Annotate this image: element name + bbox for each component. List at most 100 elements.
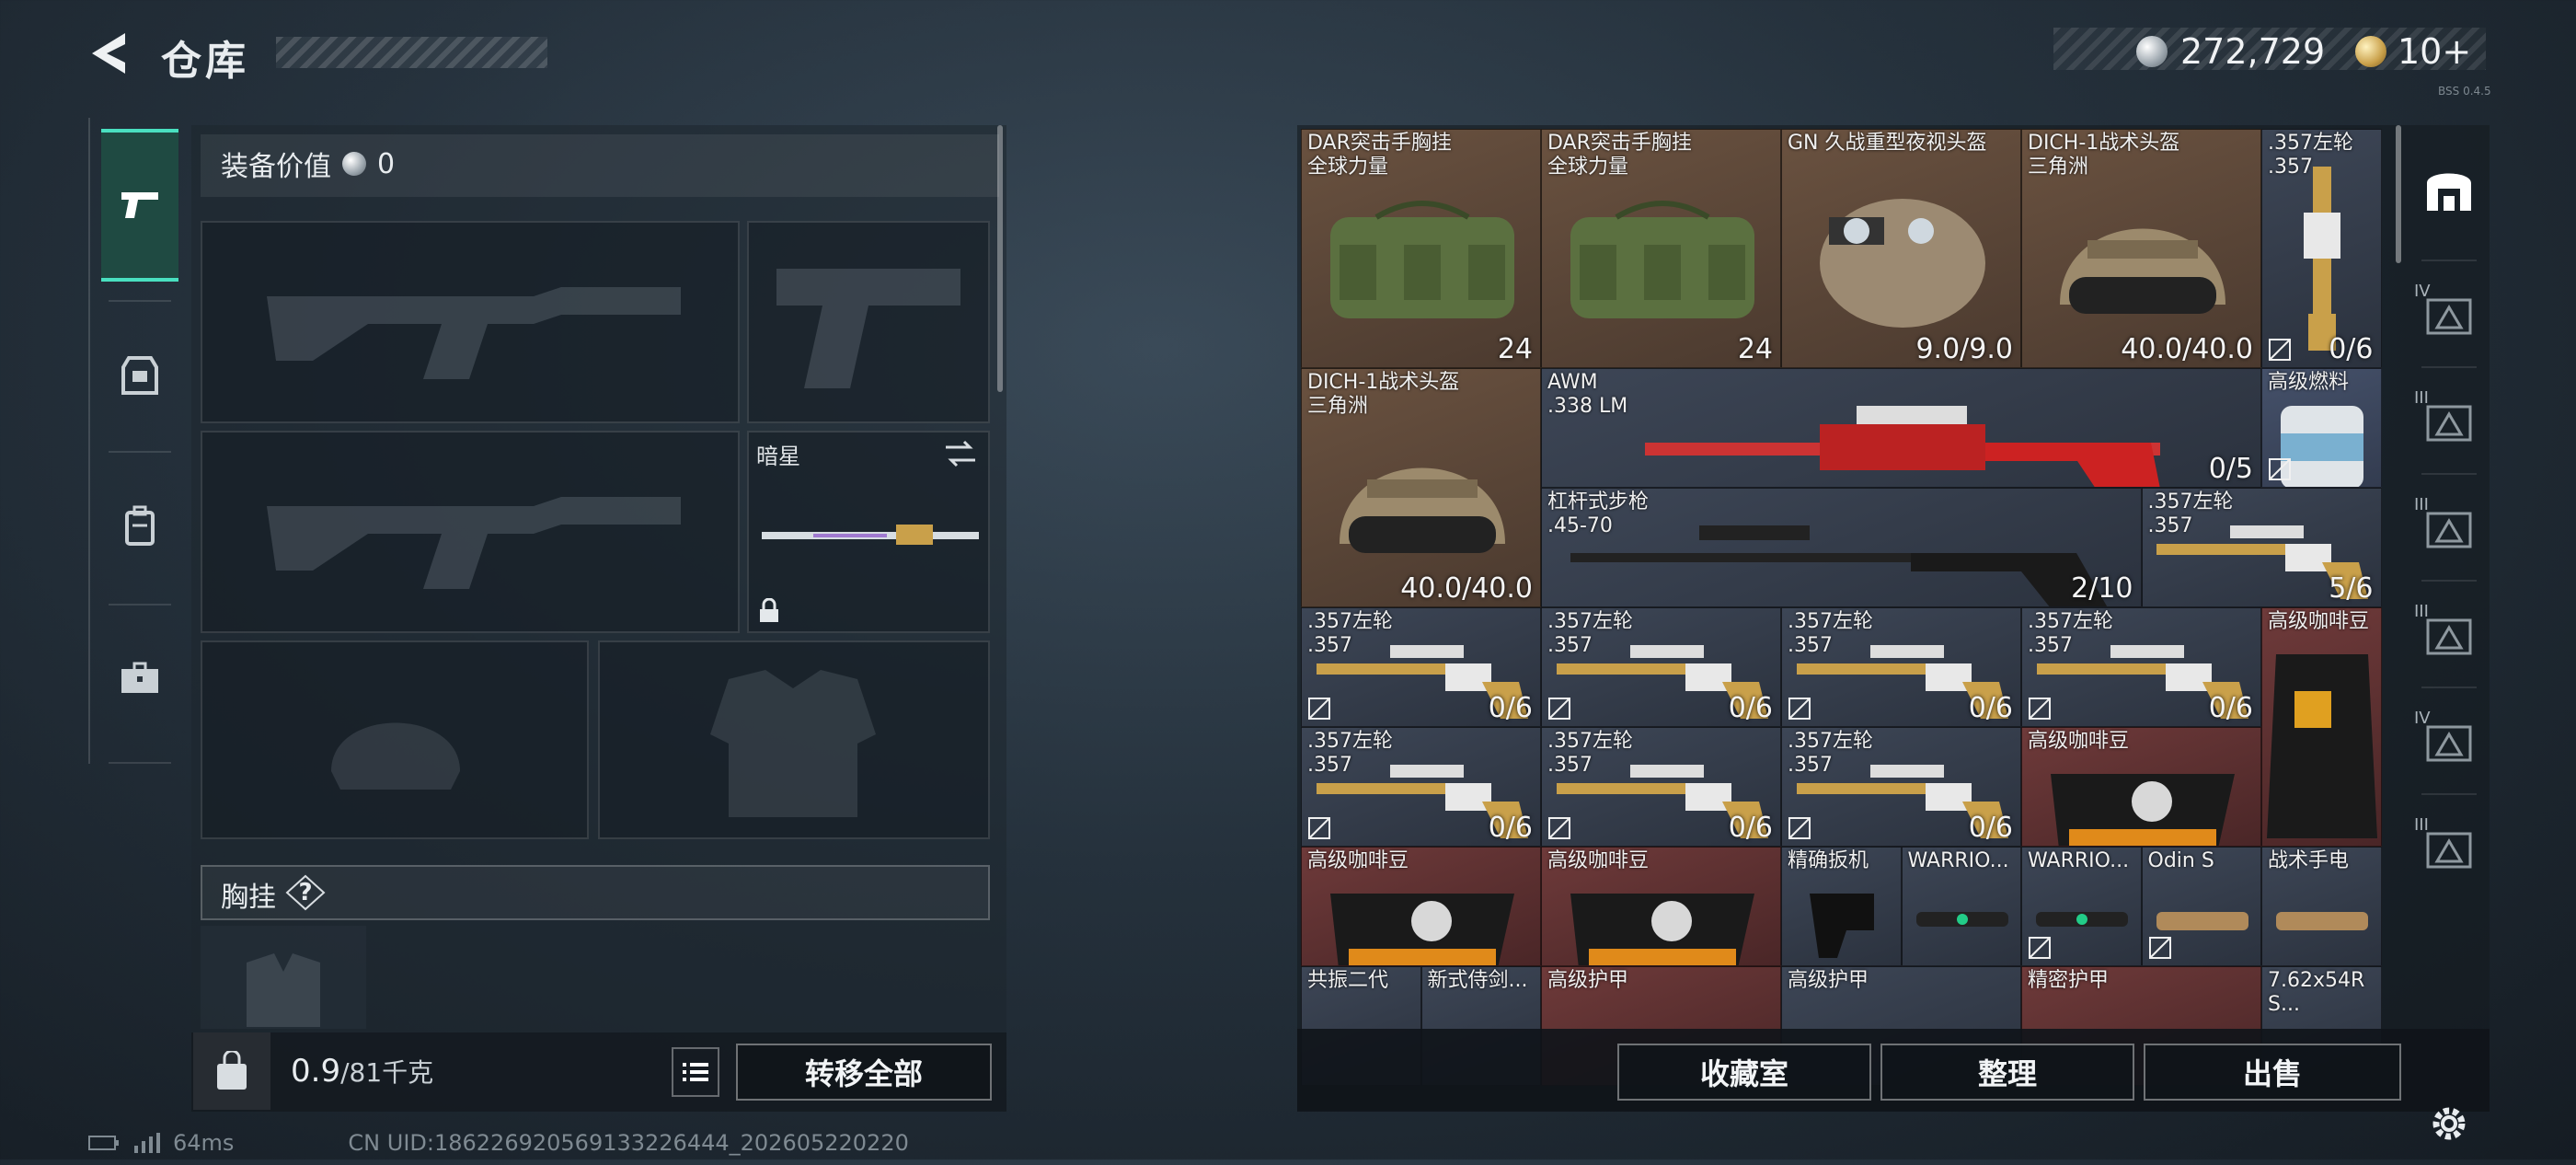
storage-item[interactable]: DAR突击手胸挂 全球力量 24: [1301, 129, 1541, 368]
equipment-value-label: 装备价值: [221, 151, 331, 183]
storage-item[interactable]: Odin S: [2141, 847, 2261, 966]
tab-backpack[interactable]: [101, 453, 178, 598]
storage-page-tab[interactable]: III: [2409, 368, 2490, 477]
status-bar: 64ms CN UID:186226920569133226444_202605…: [88, 1130, 909, 1156]
item-name: 高级护甲: [1547, 969, 1629, 992]
silver-currency[interactable]: 272,729: [2136, 31, 2325, 72]
awm-icon: [1644, 406, 2160, 487]
storage-item[interactable]: DICH-1战术头盔 三角洲 40.0/40.0: [1301, 368, 1541, 607]
storage-page-main[interactable]: [2409, 134, 2490, 243]
helmet-icon: [2059, 228, 2225, 314]
item-name: DAR突击手胸挂 全球力量: [1307, 132, 1452, 179]
storage-page-icon: [2426, 298, 2472, 335]
storage-item[interactable]: 高级咖啡豆: [2021, 727, 2261, 847]
tab-case[interactable]: [101, 606, 178, 751]
item-name: 战术手电: [2268, 849, 2350, 872]
chest-rig-slot[interactable]: [201, 926, 366, 1029]
storage-item[interactable]: .357左轮 .357 0/6: [2021, 607, 2261, 727]
helmet-icon: [1339, 467, 1505, 553]
storage-scrollbar[interactable]: [2396, 125, 2401, 263]
back-button[interactable]: [85, 28, 136, 79]
melee-slot[interactable]: 暗星: [747, 431, 990, 633]
storage-page-tab[interactable]: III: [2409, 582, 2490, 690]
ping-text: 64ms: [173, 1130, 235, 1156]
uid-text: CN UID:186226920569133226444_20260522022…: [348, 1130, 909, 1156]
sidearm-slot[interactable]: [747, 221, 990, 423]
item-name: 高级咖啡豆: [2028, 730, 2130, 753]
storage-page-tab[interactable]: III: [2409, 475, 2490, 583]
gear-icon: [2432, 1107, 2466, 1140]
no-ammo-icon: [1788, 816, 1811, 840]
tab-weapons[interactable]: [101, 129, 178, 282]
storage-item[interactable]: 高级咖啡豆: [1541, 847, 1781, 966]
item-name: 杠杆式步枪 .45-70: [1547, 490, 1650, 537]
transfer-all-button[interactable]: 转移全部: [736, 1044, 992, 1101]
item-name: DICH-1战术头盔 三角洲: [2028, 132, 2180, 179]
version-text: BSS 0.4.5: [2438, 85, 2491, 98]
weight-bag-button[interactable]: [193, 1032, 270, 1110]
page-tier-label: III: [2414, 388, 2429, 408]
sort-button[interactable]: 整理: [1880, 1044, 2134, 1101]
secondary-weapon-slot[interactable]: [201, 431, 740, 633]
storage-item[interactable]: DICH-1战术头盔 三角洲 40.0/40.0: [2021, 129, 2261, 368]
category-nav: [88, 118, 190, 764]
storage-page-icon: [2426, 725, 2472, 762]
storage-page-tab[interactable]: IV: [2409, 688, 2490, 797]
help-button[interactable]: ?: [285, 874, 326, 911]
backpack-icon: [125, 505, 155, 546]
battery-icon: [88, 1136, 119, 1150]
knife-icon: [762, 525, 979, 545]
coffee-icon: [2050, 774, 2235, 846]
storage-page-tab[interactable]: IV: [2409, 261, 2490, 370]
item-name: .357左轮 .357: [1307, 730, 1393, 777]
storage-item[interactable]: .357左轮 .357 0/6: [1301, 727, 1541, 847]
list-view-button[interactable]: [672, 1047, 719, 1097]
item-name: .357左轮 .357: [1547, 610, 1633, 657]
item-durability: 9.0/9.0: [1915, 333, 2013, 365]
storage-item[interactable]: WARRIO...: [2021, 847, 2142, 966]
item-name: 精确扳机: [1788, 849, 1869, 872]
item-name: AWM .338 LM: [1547, 371, 1628, 418]
item-durability: 40.0/40.0: [1400, 572, 1533, 605]
storage-page-icon: [2426, 512, 2472, 548]
item-name: Odin S: [2147, 849, 2214, 872]
storage-item[interactable]: 战术手电: [2261, 847, 2382, 966]
storage-item[interactable]: 高级咖啡豆: [2261, 607, 2382, 847]
collection-room-button[interactable]: 收藏室: [1617, 1044, 1871, 1101]
storage-item[interactable]: .357左轮 .357 0/6: [1541, 607, 1781, 727]
swap-icon[interactable]: [942, 438, 979, 469]
gold-currency[interactable]: 10+: [2355, 31, 2471, 72]
item-durability: 0/5: [2208, 453, 2253, 485]
no-ammo-icon: [2268, 457, 2292, 481]
coffee-icon: [1570, 894, 1754, 965]
equipment-scrollbar[interactable]: [997, 125, 1003, 392]
storage-item[interactable]: 精确扳机: [1781, 847, 1902, 966]
storage-item[interactable]: GN 久战重型夜视头盔 9.0/9.0: [1781, 129, 2021, 368]
storage-item[interactable]: .357左轮 .357 0/6: [1541, 727, 1781, 847]
storage-item[interactable]: 高级咖啡豆: [1301, 847, 1541, 966]
helmet-slot[interactable]: [201, 640, 589, 839]
storage-item[interactable]: .357左轮 .357 0/6: [2261, 129, 2382, 368]
storage-item[interactable]: AWM .338 LM 0/5: [1541, 368, 2261, 488]
storage-item[interactable]: DAR突击手胸挂 全球力量 24: [1541, 129, 1781, 368]
storage-page-tab[interactable]: III: [2409, 795, 2490, 904]
storage-item[interactable]: .357左轮 .357 0/6: [1301, 607, 1541, 727]
storage-item[interactable]: .357左轮 .357 0/6: [1781, 727, 2021, 847]
item-durability: 0/6: [1728, 812, 1773, 844]
storage-item[interactable]: WARRIO...: [1901, 847, 2021, 966]
storage-page-nav: IV III III III IV III: [2409, 125, 2490, 1140]
item-durability: 0/6: [1488, 692, 1533, 724]
storage-item[interactable]: .357左轮 .357 0/6: [1781, 607, 2021, 727]
list-icon: [683, 1063, 708, 1081]
storage-item[interactable]: .357左轮 .357 5/6: [2141, 488, 2382, 607]
item-name: .357左轮 .357: [2268, 132, 2353, 179]
storage-item[interactable]: 高级燃料: [2261, 368, 2382, 488]
settings-button[interactable]: [2409, 1082, 2490, 1165]
body-armor-slot[interactable]: [598, 640, 990, 839]
storage-item[interactable]: 杠杆式步枪 .45-70 2/10: [1541, 488, 2142, 607]
primary-weapon-slot[interactable]: [201, 221, 740, 423]
item-name: .357左轮 .357: [1547, 730, 1633, 777]
chest-rig-silhouette-icon: [247, 953, 320, 1027]
tab-helmet-armor[interactable]: [101, 302, 178, 447]
sell-button[interactable]: 出售: [2144, 1044, 2401, 1101]
